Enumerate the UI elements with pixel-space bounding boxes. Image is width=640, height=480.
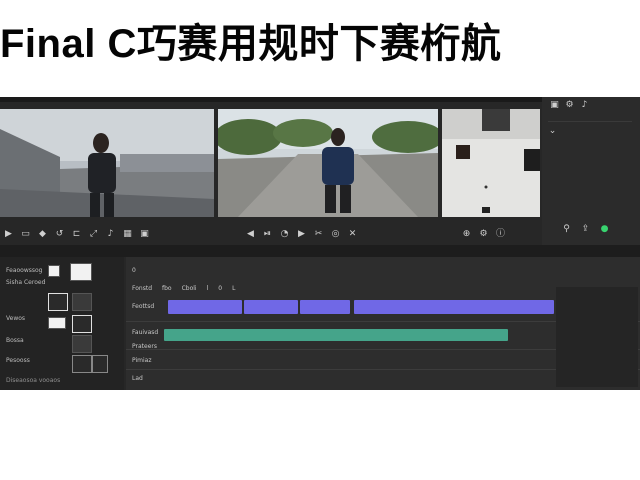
thumbnail[interactable] [72,355,92,373]
settings-icon[interactable]: ⚙ [479,229,488,239]
timeline-header: 0 [132,267,136,274]
fullscreen-icon[interactable]: ⤢ [89,229,98,239]
marker-icon[interactable]: ◆ [38,229,47,239]
tool-icon[interactable]: ✕ [348,229,357,239]
browser-footer: Diseaosoa vooaos [6,377,61,384]
thumbnail[interactable] [72,335,92,353]
thumbnail[interactable] [48,265,60,277]
audio-clip[interactable] [164,329,508,341]
play-pause-icon[interactable]: ⏯ [263,229,272,239]
video-clip[interactable] [168,300,242,314]
inspector-footer-icons: ⚲ ⇪ ● [562,225,609,234]
grid-icon[interactable]: ▦ [123,229,132,239]
track-label: Pimiaz [132,357,152,364]
timeline-side-panel [556,287,638,387]
thumbnail[interactable] [48,317,66,329]
viewer-center-toolbar: ◀ ⏯ ◔ ▶ ✂ ◎ ✕ [246,225,357,243]
viewer-left-toolbar: ▶ ▭ ◆ ↺ ⊏ ⤢ ♪ ▦ ▣ [4,225,149,243]
thumbnail[interactable] [72,293,92,311]
zoom-icon[interactable]: ⊕ [462,229,471,239]
fastforward-icon[interactable]: ▶ [297,229,306,239]
play-icon[interactable]: ▶ [4,229,13,239]
viewer-center[interactable] [218,109,438,217]
track-label: Fauivasd [132,329,159,336]
timeline[interactable]: 0 Fonstd fbo Cboli l 0 L Feottsd Fauivas… [126,257,640,390]
video-clip[interactable] [300,300,350,314]
timer-icon[interactable]: ◔ [280,229,289,239]
clip-icon[interactable]: ▭ [21,229,30,239]
share-icon[interactable]: ⇪ [581,225,590,234]
browser-item[interactable]: Bossa [6,337,24,344]
target-icon[interactable]: ◎ [331,229,340,239]
loop-icon[interactable]: ↺ [55,229,64,239]
chevron-down-icon[interactable]: ⌄ [548,127,557,136]
audio-icon[interactable]: ♪ [106,229,115,239]
media-browser: Feaoowssog Sisha Ceroed Vewos Bossa Peso… [0,257,124,390]
trim-icon[interactable]: ⊏ [72,229,81,239]
info-icon[interactable]: ⓘ [496,229,505,239]
timecode-ruler[interactable] [0,245,640,257]
cut-icon[interactable]: ✂ [314,229,323,239]
inspector-icon[interactable]: ▣ [550,101,559,110]
audio-icon[interactable]: ♪ [580,101,589,110]
thumbnail[interactable] [92,355,108,373]
inspector-tabs: ▣ ⚙ ♪ [550,101,589,110]
check-icon[interactable]: ● [600,225,609,234]
thumbnail[interactable] [70,263,92,281]
thumbnail[interactable] [72,315,92,333]
viewer-left-frame [0,109,214,217]
headline-title: Final C巧赛用规时下赛桁航 [0,22,502,66]
link-icon[interactable]: ⚲ [562,225,571,234]
video-clip[interactable] [244,300,298,314]
final-cut-window: ▶ ▭ ◆ ↺ ⊏ ⤢ ♪ ▦ ▣ ◀ ⏯ ◔ ▶ ✂ ◎ ✕ ⊕ ⚙ ⓘ ▣ … [0,97,640,390]
viewer-center-frame [218,109,438,217]
browser-item[interactable]: Feaoowssog [6,267,42,274]
browser-item[interactable]: Sisha Ceroed [6,279,45,286]
rewind-icon[interactable]: ◀ [246,229,255,239]
timeline-footer: Lad [132,375,143,382]
video-clip[interactable] [354,300,554,314]
timeline-header-row: Fonstd fbo Cboli l 0 L [132,285,236,292]
thumbnail[interactable] [48,293,68,311]
viewer-right-frame [442,109,540,217]
settings-icon[interactable]: ⚙ [565,101,574,110]
browser-item[interactable]: Vewos [6,315,25,322]
track-label: Feottsd [132,303,155,310]
viewer-right[interactable] [442,109,540,217]
inspector-divider [548,121,632,122]
crop-icon[interactable]: ▣ [140,229,149,239]
viewer-left[interactable] [0,109,214,217]
browser-item[interactable]: Pesooss [6,357,30,364]
viewer-right-toolbar: ⊕ ⚙ ⓘ [462,225,505,243]
